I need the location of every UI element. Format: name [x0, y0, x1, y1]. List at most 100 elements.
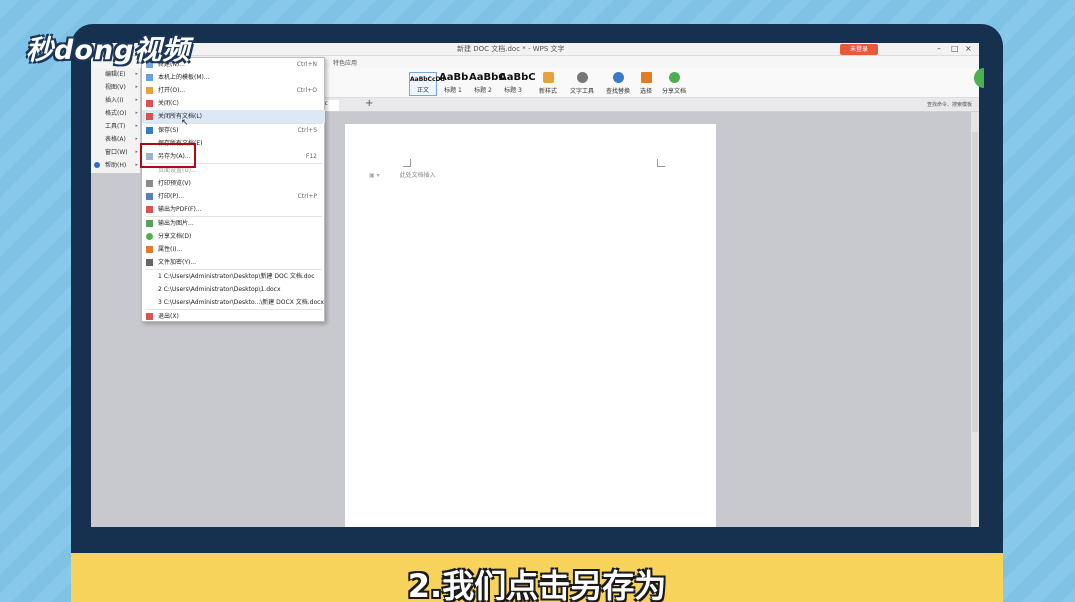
new-style-icon — [542, 72, 554, 83]
style-label: 标题 1 — [444, 87, 462, 94]
login-button[interactable]: 未登录 — [840, 44, 878, 55]
style-label: 标题 3 — [504, 87, 522, 94]
share-icon — [668, 72, 680, 83]
margin-mark — [657, 159, 665, 167]
highlight-box — [140, 143, 196, 168]
menu-table[interactable]: 表格(A) — [91, 133, 140, 146]
menu-item-label: 关闭(C) — [158, 100, 179, 107]
menu-item-label: 1 C:\Users\Administrator\Desktop\新建 DOC … — [158, 273, 315, 280]
file-menu-dropdown: 新建(N)... Ctrl+N 本机上的模板(M)... 打开(O)... Ctrl… — [141, 57, 325, 322]
pdf-icon — [146, 206, 153, 213]
menu-item-encrypt[interactable]: 文件加密(Y)... — [142, 256, 325, 269]
new-tab-icon[interactable]: + — [365, 98, 373, 109]
help-icon — [94, 162, 100, 168]
menu-item-label: 页面设置(U)... — [158, 167, 197, 174]
maximize-icon[interactable]: □ — [951, 44, 959, 53]
wps-window: 新建 DOC 文档.doc * - WPS 文字 未登录 – □ × 特色应用 … — [91, 43, 979, 527]
menu-item-recent-3[interactable]: 3 C:\Users\Administrator\Deskto...\新建 DO… — [142, 296, 325, 309]
menu-item-share[interactable]: 分享文档(D) — [142, 230, 325, 243]
find-replace-icon — [612, 72, 624, 83]
paste-icon: ▣ ▾ — [369, 172, 380, 179]
close-doc-icon — [146, 100, 153, 107]
style-preview: AaBbCcDd — [410, 76, 445, 83]
menu-item-export-image[interactable]: 输出为图片... — [142, 217, 325, 230]
menu-help[interactable]: 帮助(H) — [91, 159, 140, 172]
menu-item-open[interactable]: 打开(O)... Ctrl+O — [142, 84, 325, 97]
menu-item-local-templates[interactable]: 本机上的模板(M)... — [142, 71, 325, 84]
menu-item-save[interactable]: 保存(S) Ctrl+S — [142, 124, 325, 137]
style-heading-2[interactable]: AaBbC 标题 2 — [469, 72, 506, 96]
menu-view[interactable]: 视图(V) — [91, 81, 140, 94]
menu-item-label: 3 C:\Users\Administrator\Deskto...\新建 DO… — [158, 299, 324, 306]
margin-mark — [403, 159, 411, 167]
new-style-button[interactable]: 新样式 — [531, 72, 565, 96]
menu-item-label: 文件加密(Y)... — [158, 259, 197, 266]
mouse-cursor-icon: ↖ — [181, 118, 189, 128]
close-icon[interactable]: × — [965, 44, 972, 53]
menu-window[interactable]: 窗口(W) — [91, 146, 140, 159]
select-icon — [640, 72, 652, 83]
share-doc-button[interactable]: 分享文档 — [657, 72, 691, 96]
menu-item-shortcut: Ctrl+S — [297, 127, 317, 134]
caption-bar: 2.我们点击另存为 — [71, 553, 1003, 602]
menu-item-exit[interactable]: 退出(X) — [142, 310, 325, 323]
menu-item-label: 打印预览(V) — [158, 180, 191, 187]
menu-item-shortcut: Ctrl+O — [296, 87, 317, 94]
menu-item-export-pdf[interactable]: 输出为PDF(F)... — [142, 203, 325, 216]
scroll-thumb[interactable] — [972, 132, 978, 432]
close-all-icon — [146, 113, 153, 120]
command-search[interactable]: 查找命令、搜索模板 — [927, 101, 972, 108]
menu-item-close-all[interactable]: 关闭所有文档(L) — [142, 110, 325, 123]
menu-item-label: 保存(S) — [158, 127, 179, 134]
menu-item-properties[interactable]: 属性(I)... — [142, 243, 325, 256]
watermark-logo: 秒dong视频 — [26, 35, 191, 66]
share-doc-label: 分享文档 — [661, 88, 686, 95]
text-tools-icon — [576, 72, 588, 83]
menu-item-recent-2[interactable]: 2 C:\Users\Administrator\Desktop\1.docx — [142, 283, 325, 296]
folder-icon — [146, 87, 153, 94]
menu-item-print-preview[interactable]: 打印预览(V) — [142, 177, 325, 190]
menu-item-label: 分享文档(D) — [158, 233, 192, 240]
menu-item-label: 退出(X) — [158, 313, 179, 320]
menu-item-close[interactable]: 关闭(C) — [142, 97, 325, 110]
preview-icon — [146, 180, 153, 187]
menu-item-shortcut: F12 — [305, 153, 317, 160]
style-heading-3[interactable]: AaBbC 标题 3 — [499, 72, 536, 96]
menu-item-shortcut: Ctrl+N — [296, 61, 317, 68]
menu-format[interactable]: 格式(O) — [91, 107, 140, 120]
menu-edit[interactable]: 编辑(E) — [91, 68, 140, 81]
select-label: 选择 — [639, 88, 652, 95]
menu-item-label: 打开(O)... — [158, 87, 186, 94]
text-tools-button[interactable]: 文字工具 — [565, 72, 599, 96]
properties-icon — [146, 246, 153, 253]
text-tools-label: 文字工具 — [569, 88, 594, 95]
style-heading-1[interactable]: AaBb 标题 1 — [439, 72, 469, 96]
menu-item-label: 2 C:\Users\Administrator\Desktop\1.docx — [158, 286, 281, 293]
menu-item-print[interactable]: 打印(P)... Ctrl+P — [142, 190, 325, 203]
style-preview: AaBb — [439, 72, 469, 83]
menu-item-recent-1[interactable]: 1 C:\Users\Administrator\Desktop\新建 DOC … — [142, 270, 325, 283]
minimize-icon[interactable]: – — [937, 44, 941, 53]
menu-item-label: 本机上的模板(M)... — [158, 74, 210, 81]
menu-bar: 编辑(E) 视图(V) 插入(I) 格式(O) 工具(T) 表格(A) 窗口(W… — [91, 68, 141, 173]
menu-insert[interactable]: 插入(I) — [91, 94, 140, 107]
tab-special-apps[interactable]: 特色应用 — [333, 58, 357, 67]
doc-hint-text: 此处文档插入 — [399, 172, 436, 179]
lock-icon — [146, 259, 153, 266]
vertical-scrollbar[interactable] — [971, 112, 979, 527]
doc-hint: ▣ ▾ 此处文档插入 — [369, 170, 436, 179]
template-icon — [146, 74, 153, 81]
new-style-label: 新样式 — [538, 88, 557, 95]
print-icon — [146, 193, 153, 200]
menu-item-shortcut: Ctrl+P — [297, 193, 317, 200]
find-replace-label: 查找替换 — [605, 88, 630, 95]
menu-item-label: 输出为PDF(F)... — [158, 206, 202, 213]
document-page[interactable]: ▣ ▾ 此处文档插入 — [345, 124, 716, 527]
menu-help-label: 帮助(H) — [105, 162, 127, 169]
caption-text: 2.我们点击另存为 — [407, 567, 667, 602]
style-preview: AaBbC — [469, 72, 506, 83]
title-bar: 新建 DOC 文档.doc * - WPS 文字 未登录 – □ × — [91, 43, 979, 56]
style-normal[interactable]: AaBbCcDd 正文 — [409, 72, 445, 96]
exit-icon — [146, 313, 153, 320]
menu-tools[interactable]: 工具(T) — [91, 120, 140, 133]
